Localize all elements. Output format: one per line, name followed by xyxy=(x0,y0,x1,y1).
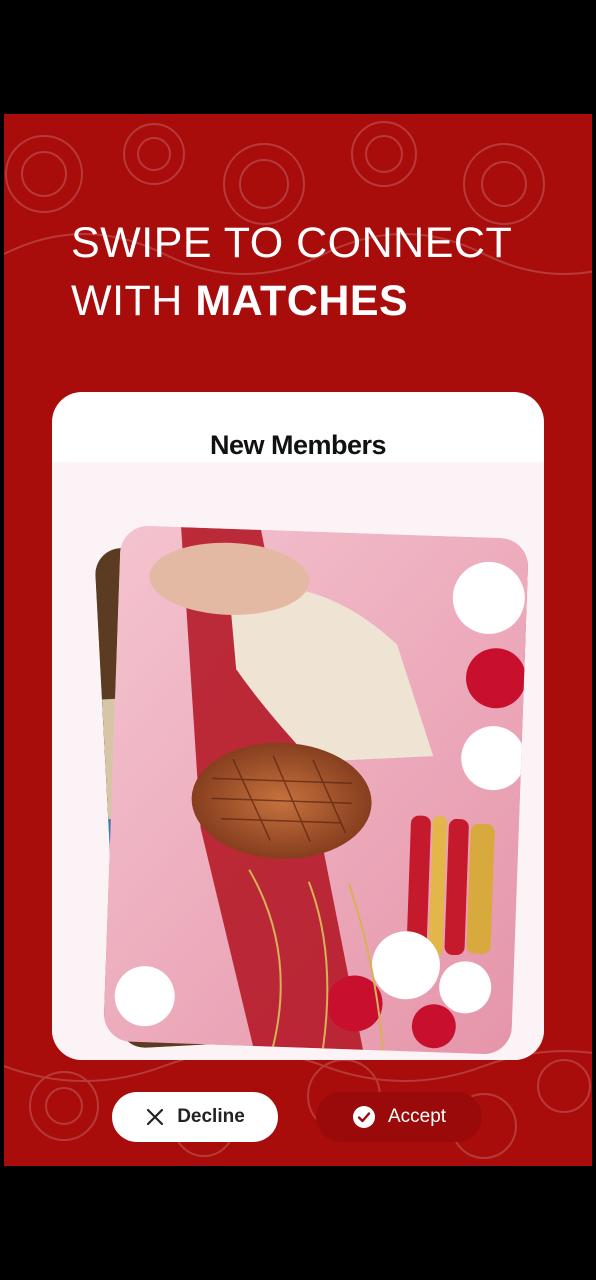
headline-plain: WITH xyxy=(71,277,196,325)
floral-pattern-bottom xyxy=(4,1050,592,1159)
onboarding-screen: SWIPE TO CONNECT WITH MATCHES New Member… xyxy=(4,114,592,1166)
decline-button[interactable]: Decline xyxy=(112,1092,278,1142)
headline-line-2: WITH MATCHES xyxy=(71,272,512,330)
close-icon xyxy=(145,1107,165,1127)
decline-label: Decline xyxy=(177,1106,245,1127)
card-title: New Members xyxy=(209,430,387,460)
headline: SWIPE TO CONNECT WITH MATCHES xyxy=(71,214,512,330)
accept-label: Accept xyxy=(387,1106,447,1127)
new-members-card: New Members xyxy=(52,392,544,1060)
headline-line-1: SWIPE TO CONNECT xyxy=(71,219,513,267)
accept-button[interactable]: Accept xyxy=(316,1092,482,1142)
profile-photo-card[interactable] xyxy=(103,525,529,1055)
check-circle-icon xyxy=(352,1105,376,1129)
wedding-hands-photo xyxy=(103,525,529,1055)
headline-bold: MATCHES xyxy=(195,277,409,325)
